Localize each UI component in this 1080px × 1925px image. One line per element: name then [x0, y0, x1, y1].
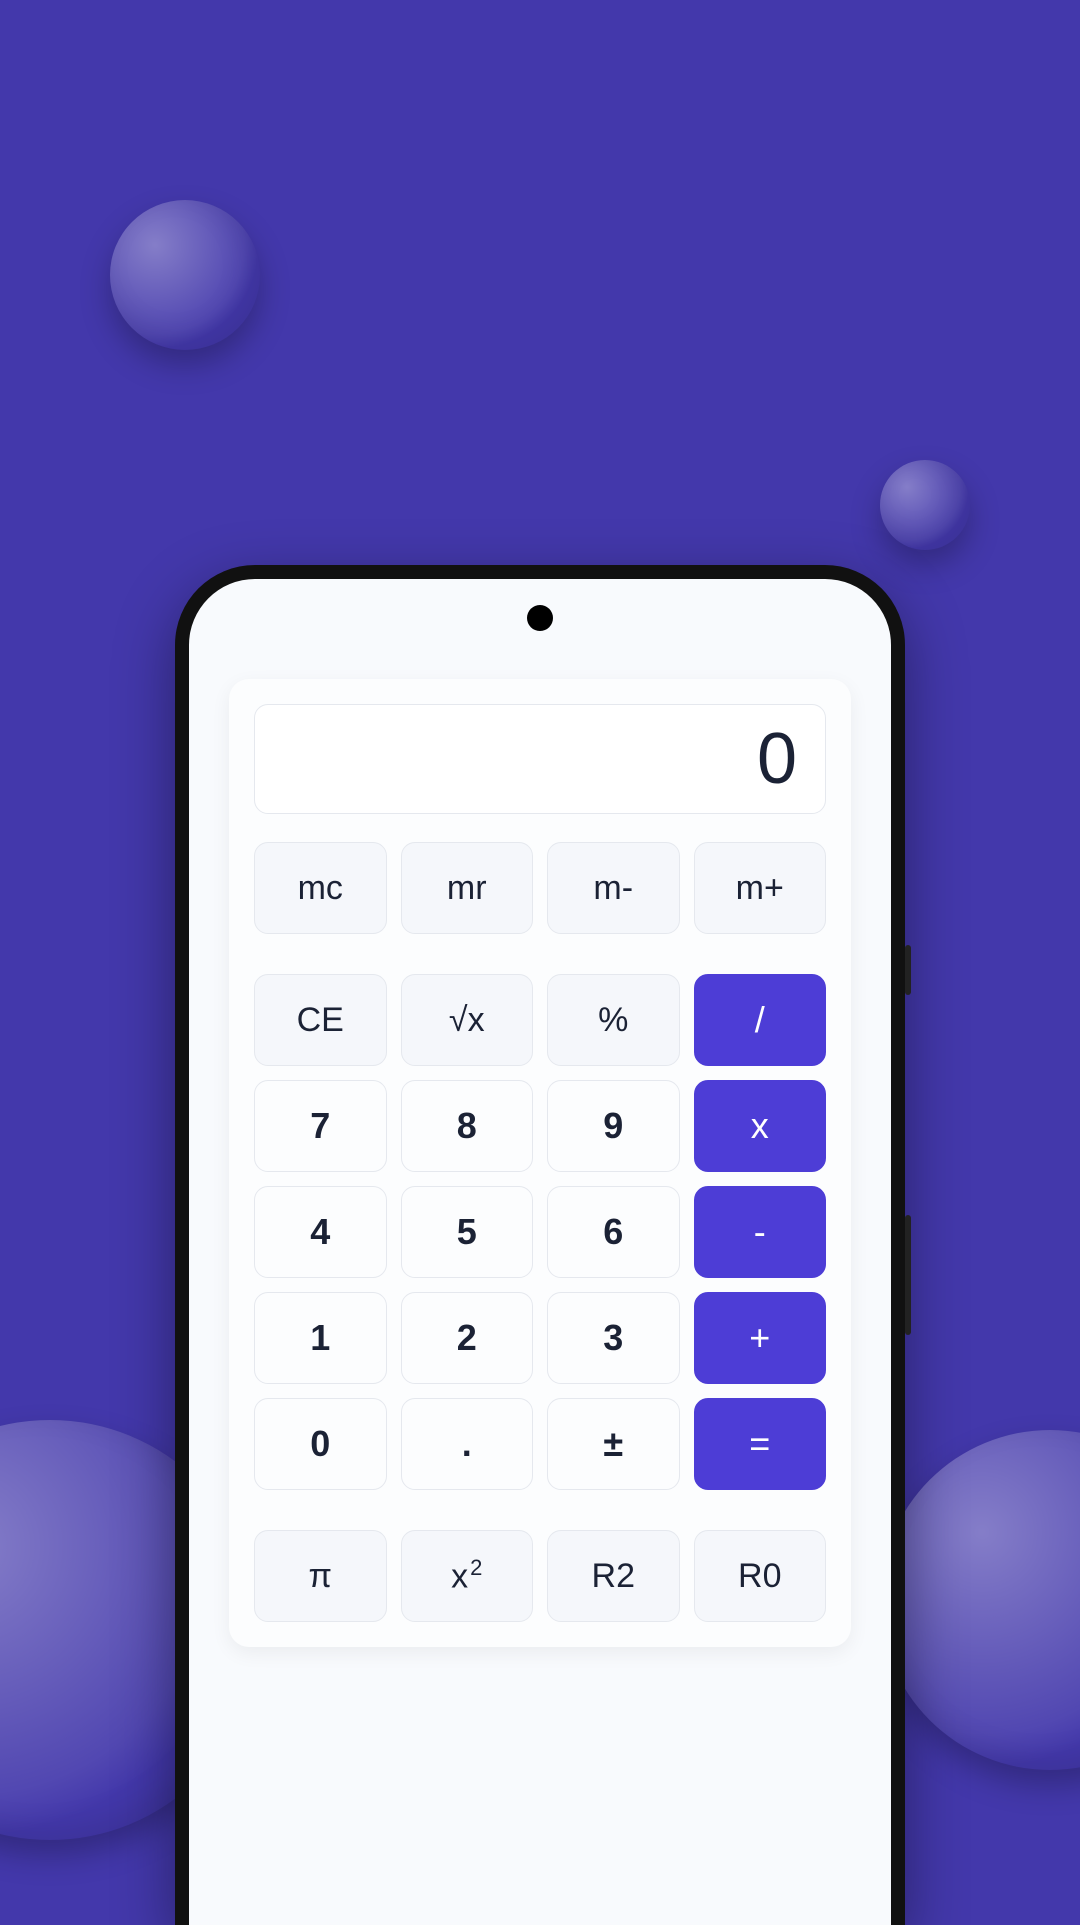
round-2-button[interactable]: R2 — [547, 1530, 680, 1622]
decorative-bubble — [110, 200, 260, 350]
calculator-keypad: mc mr m- m+ CE √x % / 7 8 9 x 4 5 6 - 1 … — [254, 842, 826, 1622]
digit-3-button[interactable]: 3 — [547, 1292, 680, 1384]
digit-7-button[interactable]: 7 — [254, 1080, 387, 1172]
digit-4-button[interactable]: 4 — [254, 1186, 387, 1278]
minus-button[interactable]: - — [694, 1186, 827, 1278]
key-label: + — [749, 1317, 770, 1359]
phone-frame: 0 mc mr m- m+ CE √x % / 7 8 9 x 4 5 6 - — [175, 565, 905, 1925]
key-label: R2 — [592, 1557, 635, 1596]
calculator-panel: 0 mc mr m- m+ CE √x % / 7 8 9 x 4 5 6 - — [229, 679, 851, 1647]
key-label: - — [754, 1211, 766, 1253]
phone-screen: 0 mc mr m- m+ CE √x % / 7 8 9 x 4 5 6 - — [189, 579, 891, 1925]
key-label: m- — [593, 869, 633, 908]
pi-button[interactable]: π — [254, 1530, 387, 1622]
key-label: 5 — [457, 1211, 477, 1253]
key-label: / — [755, 999, 765, 1041]
key-label: R0 — [738, 1557, 781, 1596]
key-label: √x — [449, 1001, 485, 1040]
key-label: 7 — [310, 1105, 330, 1147]
calculator-display: 0 — [254, 704, 826, 814]
key-label: . — [462, 1423, 472, 1465]
clear-entry-button[interactable]: CE — [254, 974, 387, 1066]
key-label: 2 — [457, 1317, 477, 1359]
key-label: 3 — [603, 1317, 623, 1359]
key-label: π — [309, 1557, 332, 1596]
key-label: 4 — [310, 1211, 330, 1253]
key-label: mc — [298, 869, 343, 908]
key-label: 9 — [603, 1105, 623, 1147]
digit-6-button[interactable]: 6 — [547, 1186, 680, 1278]
decorative-bubble — [880, 460, 970, 550]
key-label: m+ — [736, 869, 784, 908]
plus-button[interactable]: + — [694, 1292, 827, 1384]
digit-1-button[interactable]: 1 — [254, 1292, 387, 1384]
key-label: mr — [447, 869, 487, 908]
display-value: 0 — [757, 718, 797, 800]
key-label: 8 — [457, 1105, 477, 1147]
equals-button[interactable]: = — [694, 1398, 827, 1490]
sign-toggle-button[interactable]: ± — [547, 1398, 680, 1490]
key-label: x2 — [451, 1555, 482, 1596]
memory-plus-button[interactable]: m+ — [694, 842, 827, 934]
key-label: = — [749, 1423, 770, 1465]
percent-button[interactable]: % — [547, 974, 680, 1066]
phone-side-button — [905, 1215, 911, 1335]
multiply-button[interactable]: x — [694, 1080, 827, 1172]
memory-clear-button[interactable]: mc — [254, 842, 387, 934]
decorative-bubble — [880, 1430, 1080, 1770]
key-label: x — [751, 1105, 769, 1147]
camera-notch-icon — [527, 605, 553, 631]
key-label: 1 — [310, 1317, 330, 1359]
memory-recall-button[interactable]: mr — [401, 842, 534, 934]
digit-8-button[interactable]: 8 — [401, 1080, 534, 1172]
phone-side-button — [905, 945, 911, 995]
key-label: CE — [297, 1001, 344, 1040]
decimal-point-button[interactable]: . — [401, 1398, 534, 1490]
digit-2-button[interactable]: 2 — [401, 1292, 534, 1384]
key-label: ± — [603, 1423, 623, 1465]
key-label: % — [598, 1001, 628, 1040]
sqrt-button[interactable]: √x — [401, 974, 534, 1066]
memory-minus-button[interactable]: m- — [547, 842, 680, 934]
digit-0-button[interactable]: 0 — [254, 1398, 387, 1490]
key-label: 0 — [310, 1423, 330, 1465]
square-button[interactable]: x2 — [401, 1530, 534, 1622]
divide-button[interactable]: / — [694, 974, 827, 1066]
round-0-button[interactable]: R0 — [694, 1530, 827, 1622]
key-label: 6 — [603, 1211, 623, 1253]
digit-9-button[interactable]: 9 — [547, 1080, 680, 1172]
digit-5-button[interactable]: 5 — [401, 1186, 534, 1278]
